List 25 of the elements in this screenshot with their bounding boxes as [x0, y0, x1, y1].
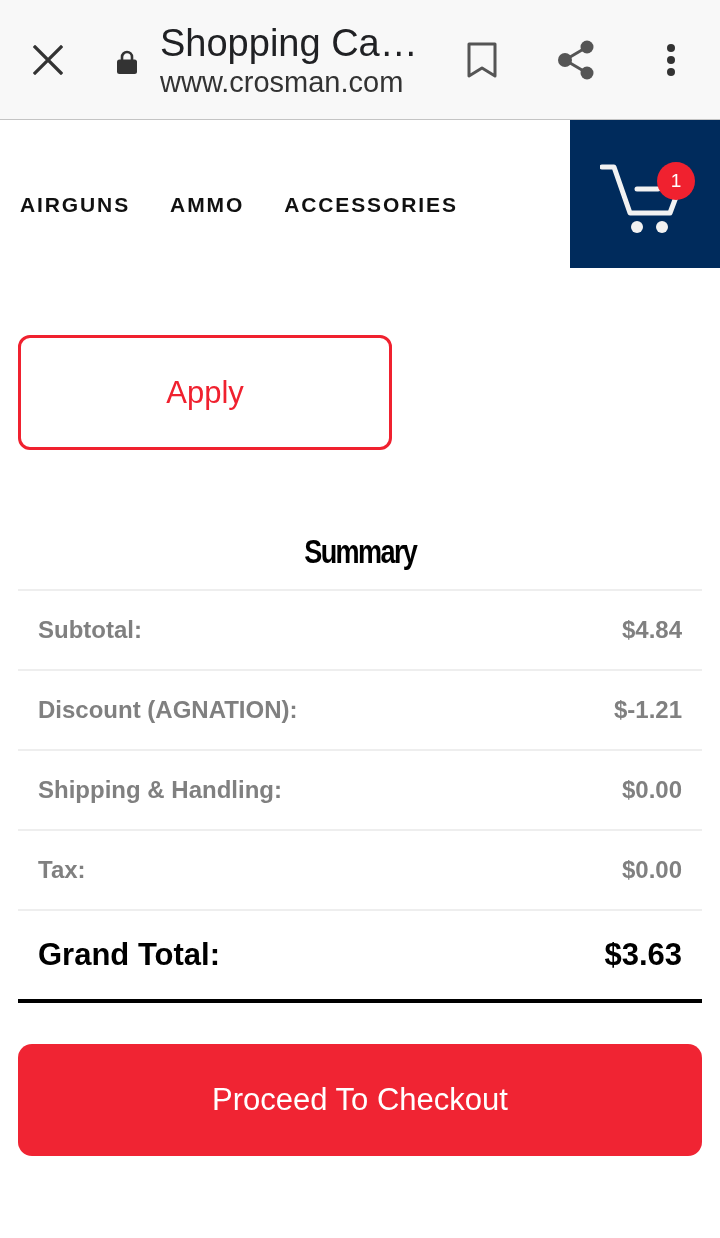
- summary-label: Discount (AGNATION):: [38, 695, 298, 725]
- summary-label: Tax:: [38, 855, 86, 885]
- apply-button[interactable]: Apply: [18, 335, 392, 450]
- grand-total-label: Grand Total:: [38, 935, 220, 974]
- summary-value: $0.00: [621, 855, 682, 885]
- page-title: Shopping Ca…: [160, 20, 419, 65]
- lock-icon: [117, 49, 137, 74]
- cart-button[interactable]: 1: [570, 120, 720, 268]
- summary-value: $0.00: [621, 775, 682, 805]
- more-options-icon[interactable]: [666, 43, 676, 76]
- share-icon[interactable]: [557, 39, 595, 80]
- summary-heading: Summary: [304, 532, 416, 572]
- summary-value: $4.84: [621, 615, 682, 645]
- close-icon[interactable]: [33, 44, 63, 75]
- grand-total-value: $3.63: [604, 935, 682, 974]
- cart-count-badge: 1: [657, 162, 695, 200]
- summary-value: $-1.21: [613, 695, 682, 725]
- page-url: www.crosman.com: [160, 64, 405, 99]
- checkout-button[interactable]: Proceed To Checkout: [18, 1044, 702, 1156]
- bookmark-icon[interactable]: [467, 41, 497, 78]
- summary-label: Shipping & Handling:: [38, 775, 282, 805]
- nav-link[interactable]: ACCESSORIES: [284, 189, 458, 221]
- summary-label: Subtotal:: [38, 615, 142, 645]
- nav-link[interactable]: AIRGUNS: [20, 189, 131, 221]
- nav-link[interactable]: AMMO: [170, 189, 245, 221]
